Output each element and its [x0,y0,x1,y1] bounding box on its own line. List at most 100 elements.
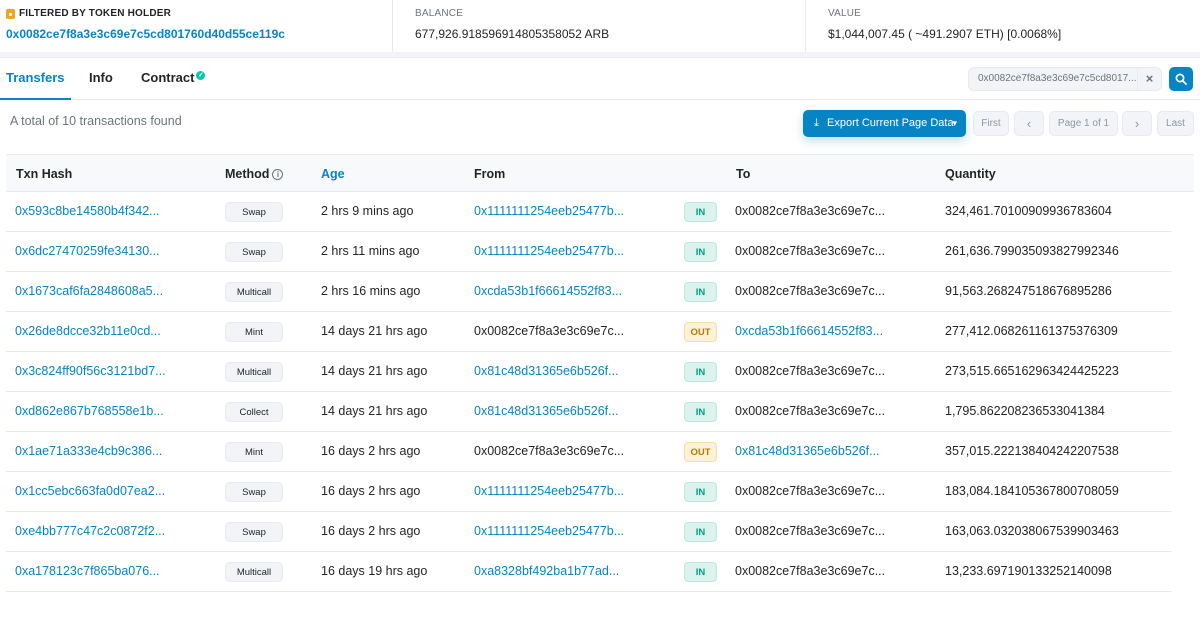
age-text: 14 days 21 hrs ago [321,324,428,338]
table-row: 0x593c8be14580b4f342... Swap 2 hrs 9 mins … [6,192,1172,232]
method-badge: Swap [225,242,283,262]
close-icon[interactable]: × [1137,68,1161,90]
pagination-prev[interactable]: ‹ [1014,111,1044,136]
txn-hash-link[interactable]: 0x1ae71a333e4cb9c386... [15,444,162,458]
balance-label: BALANCE [415,8,464,19]
txn-hash-link[interactable]: 0xe4bb777c47c2c0872f2... [15,524,165,538]
direction-badge: IN [684,562,717,582]
quantity-value: 324,461.70100909936783604 [945,204,1112,218]
tab-contract-label: Contract [141,70,195,85]
from-address[interactable]: 0x1111111254eeb25477b... [474,204,624,218]
filtered-address-link[interactable]: 0x0082ce7f8a3e3c69e7c5cd801760d40d55ce11… [6,27,285,41]
from-address[interactable]: 0x1111111254eeb25477b... [474,524,624,538]
pagination-last[interactable]: Last [1157,111,1194,136]
from-address: 0x0082ce7f8a3e3c69e7c... [474,444,625,458]
from-address: 0x0082ce7f8a3e3c69e7c... [474,324,625,338]
quantity-value: 357,015.222138404242207538 [945,444,1119,458]
value-section: VALUE $1,044,007.45 ( ~491.2907 ETH) [0.… [805,0,1200,52]
balance-value: 677,926.918596914805358052 ARB [415,27,610,41]
from-address[interactable]: 0x81c48d31365e6b526f... [474,404,619,418]
table-row: 0xa178123c7f865ba076... Multicall 16 days … [6,552,1172,592]
to-address[interactable]: 0x81c48d31365e6b526f... [735,444,880,458]
tab-info[interactable]: Info [89,59,113,100]
column-quantity: Quantity [945,167,996,181]
from-address[interactable]: 0x1111111254eeb25477b... [474,484,624,498]
filter-label: FILTERED BY TOKEN HOLDER [6,8,171,19]
table-row: 0x6dc27470259fe34130... Swap 2 hrs 11 mins… [6,232,1172,272]
age-text: 14 days 21 hrs ago [321,404,428,418]
age-text: 16 days 2 hrs ago [321,444,421,458]
age-text: 2 hrs 11 mins ago [321,244,420,258]
from-address[interactable]: 0xcda53b1f66614552f83... [474,284,622,298]
to-address: 0x0082ce7f8a3e3c69e7c... [735,404,886,418]
table-row: 0xd862e867b768558e1b... Collect 14 days 21… [6,392,1172,432]
to-address[interactable]: 0xcda53b1f66614552f83... [735,324,883,338]
from-address[interactable]: 0x1111111254eeb25477b... [474,244,624,258]
address-filter-box[interactable]: 0x0082ce7f8a3e3c69e7c5cd8017... × [968,67,1162,91]
to-address: 0x0082ce7f8a3e3c69e7c... [735,244,886,258]
quantity-value: 273,515.665162963424425223 [945,364,1119,378]
verified-check-icon: ✓ [196,71,206,80]
column-method-label: Method [225,167,270,181]
export-button-label: Export Current Page Data [827,117,954,129]
method-badge: Swap [225,202,283,222]
tab-transfers[interactable]: Transfers [0,59,71,100]
txn-hash-link[interactable]: 0x26de8dcce32b11e0cd... [15,324,161,338]
quantity-value: 163,063.032038067539903463 [945,524,1119,538]
age-text: 16 days 2 hrs ago [321,484,421,498]
pagination-next[interactable]: › [1122,111,1152,136]
txn-hash-link[interactable]: 0x3c824ff90f56c3121bd7... [15,364,166,378]
search-button[interactable] [1169,67,1193,91]
pagination-first[interactable]: First [973,111,1009,136]
txn-hash-link[interactable]: 0x593c8be14580b4f342... [15,204,160,218]
quantity-value: 1,795.862208236533041384 [945,404,1105,418]
direction-badge: OUT [684,442,717,462]
column-method: Method i [225,167,284,181]
direction-badge: OUT [684,322,717,342]
chevron-down-icon: ▾ [952,118,957,128]
transactions-count: A total of 10 transactions found [10,114,182,128]
search-icon [1175,73,1187,85]
export-button[interactable]: ⤓ Export Current Page Data ▾ [803,110,966,137]
txn-hash-link[interactable]: 0x1673caf6fa2848608a5... [15,284,163,298]
from-address[interactable]: 0xa8328bf492ba1b77ad... [474,564,619,578]
direction-badge: IN [684,522,717,542]
method-badge: Mint [225,322,283,342]
txn-hash-link[interactable]: 0x1cc5ebc663fa0d07ea2... [15,484,165,498]
to-address: 0x0082ce7f8a3e3c69e7c... [735,524,886,538]
method-badge: Multicall [225,282,283,302]
tab-contract[interactable]: Contract ✓ [141,59,206,100]
table-row: 0x3c824ff90f56c3121bd7... Multicall 14 day… [6,352,1172,392]
method-badge: Multicall [225,362,283,382]
quantity-value: 261,636.799035093827992346 [945,244,1119,258]
direction-badge: IN [684,202,717,222]
quantity-value: 183,084.184105367800708059 [945,484,1119,498]
to-address: 0x0082ce7f8a3e3c69e7c... [735,364,886,378]
method-badge: Swap [225,522,283,542]
quantity-value: 91,563.268247518676895286 [945,284,1112,298]
method-badge: Swap [225,482,283,502]
direction-badge: IN [684,242,717,262]
direction-badge: IN [684,282,717,302]
method-badge: Mint [225,442,283,462]
to-address: 0x0082ce7f8a3e3c69e7c... [735,564,886,578]
value-amount: $1,044,007.45 ( ~491.2907 ETH) [0.0068%] [828,27,1062,41]
quantity-value: 13,233.697190133252140098 [945,564,1112,578]
column-to: To [736,167,751,181]
direction-badge: IN [684,482,717,502]
to-address: 0x0082ce7f8a3e3c69e7c... [735,484,886,498]
method-badge: Multicall [225,562,283,582]
table-header: Txn Hash Method i Age From To Quantity [6,154,1194,192]
to-address: 0x0082ce7f8a3e3c69e7c... [735,284,886,298]
column-age[interactable]: Age [321,167,345,181]
txn-hash-link[interactable]: 0xd862e867b768558e1b... [15,404,164,418]
from-address[interactable]: 0x81c48d31365e6b526f... [474,364,619,378]
txn-hash-link[interactable]: 0xa178123c7f865ba076... [15,564,160,578]
info-icon[interactable]: i [272,169,284,180]
txn-hash-link[interactable]: 0x6dc27470259fe34130... [15,244,160,258]
value-label: VALUE [828,8,862,19]
age-text: 2 hrs 9 mins ago [321,204,414,218]
column-txn-hash: Txn Hash [16,167,73,181]
age-text: 14 days 21 hrs ago [321,364,428,378]
address-filter-input[interactable]: 0x0082ce7f8a3e3c69e7c5cd8017... [978,73,1138,84]
